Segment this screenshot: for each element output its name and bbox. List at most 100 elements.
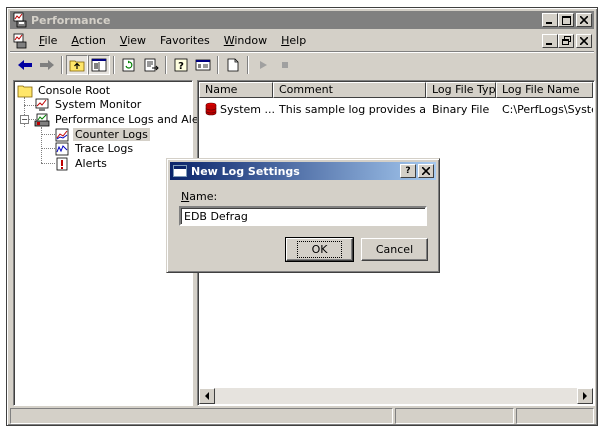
dialog-title: New Log Settings [191,164,300,178]
close-icon [580,16,588,24]
menu-action[interactable]: Action [64,34,112,47]
scroll-right-button[interactable] [577,388,593,404]
list-item[interactable]: System ... This sample log provides an o… [199,101,593,117]
stop-log-button[interactable] [274,55,296,75]
dialog-titlebar[interactable]: New Log Settings ? [170,162,436,180]
list-cell-log-file-name: C:\PerfLogs\System... [502,102,593,116]
show-hide-tree-icon [91,58,107,72]
window-titlebar[interactable]: Performance [10,11,594,29]
tree-item-alerts[interactable]: Alerts [54,156,109,171]
properties-icon [195,59,211,71]
refresh-icon [122,58,135,72]
menu-favorites[interactable]: Favorites [153,34,217,47]
show-hide-tree-button[interactable] [88,55,110,75]
tree-item-label: Counter Logs [73,128,150,141]
export-list-icon [144,58,159,72]
tree-line [41,127,42,163]
column-header-log-file-type[interactable]: Log File Type [426,82,496,98]
status-panel [516,408,594,424]
column-header-comment[interactable]: Comment [273,82,426,98]
column-header-log-file-name[interactable]: Log File Name [496,82,593,98]
dialog-window-icon [173,165,187,177]
maximize-icon [561,15,571,25]
console-window-icon[interactable] [12,33,28,49]
start-icon [260,61,267,69]
forward-button[interactable] [36,55,58,75]
list-cell-log-file-type: Binary File [432,102,490,116]
tree-line [41,148,55,149]
minimize-icon [546,42,552,45]
export-list-button[interactable] [140,55,162,75]
trace-logs-icon [54,142,70,156]
folder-icon [17,84,33,98]
refresh-button[interactable] [118,55,140,75]
tree-item-label: Console Root [38,84,111,97]
help-icon: ? [405,165,411,176]
menu-view[interactable]: View [113,34,153,47]
help-button[interactable]: ? [170,55,192,75]
dialog-close-button[interactable] [418,164,434,178]
forward-icon [40,60,54,70]
column-header-name[interactable]: Name [199,82,273,98]
tree-item-counter-logs[interactable]: Counter Logs [54,127,150,142]
horizontal-scrollbar[interactable] [199,388,593,404]
tree-item-label: Alerts [75,157,107,170]
list-header: Name Comment Log File Type Log File Name [199,82,593,98]
maximize-button[interactable] [558,13,574,27]
mdi-close-button[interactable] [576,33,592,48]
svg-text:?: ? [178,61,184,72]
ok-button[interactable]: OK [285,237,354,262]
up-one-level-button[interactable] [66,55,88,75]
list-cell-comment: This sample log provides an o... [279,102,426,116]
minimize-button[interactable] [542,13,558,27]
list-cell-name: System ... [220,102,276,116]
back-icon [18,60,32,70]
minimize-icon [546,22,552,24]
toolbar: ? [10,53,594,77]
status-panel [395,408,514,424]
tree-item-label: Trace Logs [75,142,134,155]
back-button[interactable] [14,55,36,75]
new-log-settings-button[interactable] [222,55,244,75]
close-button[interactable] [576,13,592,27]
tree-item-label: Performance Logs and Alerts [55,113,214,126]
tree-item-trace-logs[interactable]: Trace Logs [54,141,135,156]
new-log-icon [227,58,239,72]
tree-expander-collapse[interactable]: − [20,115,29,124]
start-log-button[interactable] [252,55,274,75]
performance-app-icon [12,12,28,28]
toolbar-separator [247,56,249,74]
scroll-right-icon [583,392,587,400]
toolbar-separator [217,56,219,74]
perf-logs-icon [34,113,50,127]
status-bar [10,408,594,424]
log-database-icon [205,102,217,116]
menu-window[interactable]: Window [217,34,274,47]
tree-item-console-root[interactable]: Console Root [17,83,112,98]
scroll-left-button[interactable] [199,388,215,404]
cancel-button[interactable]: Cancel [361,238,428,261]
mdi-minimize-button[interactable] [542,33,558,48]
toolbar-separator [165,56,167,74]
log-name-input[interactable] [179,206,427,226]
alerts-icon [54,157,70,171]
tree-item-system-monitor[interactable]: System Monitor [34,97,143,112]
new-log-settings-dialog: New Log Settings ? Name: OK Cancel [166,158,440,273]
dialog-help-button[interactable]: ? [400,164,416,178]
close-icon [580,36,588,45]
name-label: Name: [181,190,218,203]
system-monitor-icon [34,98,50,112]
scroll-track[interactable] [215,388,577,404]
menu-file[interactable]: File [32,34,64,47]
toolbar-separator [113,56,115,74]
tree-item-performance-logs-alerts[interactable]: Performance Logs and Alerts [34,112,215,127]
tree-line [41,134,55,135]
stop-icon [282,62,288,68]
scroll-left-icon [205,392,209,400]
toolbar-separator [61,56,63,74]
menu-help[interactable]: Help [274,34,313,47]
mdi-restore-button[interactable] [558,33,574,48]
properties-button[interactable] [192,55,214,75]
close-icon [422,167,430,175]
counter-logs-icon [54,128,70,142]
